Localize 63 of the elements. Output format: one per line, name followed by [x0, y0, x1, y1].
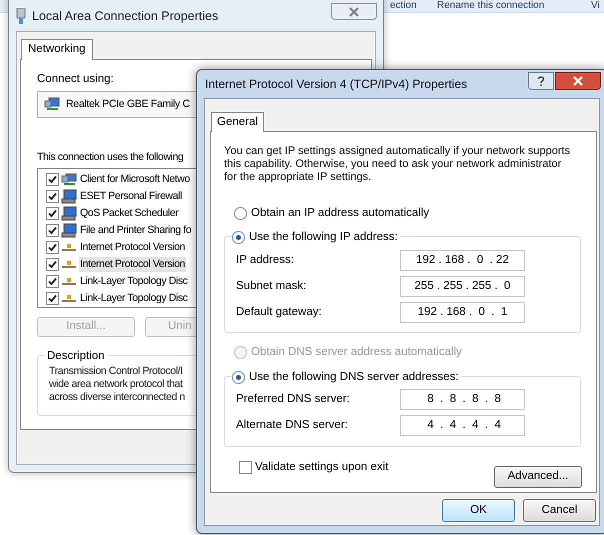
checkbox[interactable]	[239, 460, 252, 474]
list-item[interactable]: Internet Protocol Version	[79, 240, 186, 255]
network-computer-icon	[61, 172, 77, 186]
close-icon	[572, 76, 584, 86]
checkbox[interactable]	[46, 292, 59, 305]
ip-field[interactable]: 8 . 8 . 8 . 8	[400, 389, 525, 410]
checkbox-label: Validate settings upon exit	[255, 460, 388, 474]
close-button[interactable]	[555, 72, 601, 90]
description-text: across diverse interconnected n	[49, 391, 185, 404]
field-label: Connect using:	[37, 72, 114, 86]
computer-icon	[61, 206, 77, 221]
list-item[interactable]: Link-Layer Topology Disc	[79, 274, 189, 289]
close-icon	[348, 6, 360, 16]
toolbar-item[interactable]: ection	[390, 0, 417, 12]
field-label: Subnet mask:	[235, 278, 308, 294]
field-label: Preferred DNS server:	[235, 392, 351, 407]
network-protocol-icon	[61, 294, 77, 302]
network-protocol-icon	[61, 244, 77, 252]
radio-button[interactable]	[232, 231, 245, 244]
button[interactable]: OK	[442, 499, 515, 522]
checkbox[interactable]	[46, 190, 59, 203]
radio-button[interactable]	[234, 207, 247, 220]
network-computer-icon	[44, 96, 60, 112]
field-label: IP address:	[235, 252, 295, 268]
list-item[interactable]: Internet Protocol Version	[79, 257, 186, 272]
computer-icon	[61, 189, 77, 204]
list-item[interactable]: Client for Microsoft Netwo	[79, 172, 191, 187]
help-button[interactable]	[528, 72, 554, 90]
tab[interactable]: General	[211, 112, 264, 132]
checkbox[interactable]	[46, 275, 59, 288]
network-protocol-icon	[61, 260, 77, 268]
list-item[interactable]: File and Printer Sharing fo	[79, 223, 192, 238]
button[interactable]: Cancel	[523, 499, 596, 522]
checkbox[interactable]	[46, 241, 59, 254]
intro-text: You can get IP settings assigned automatically if your network supports this capability. Otherwise, you need to ask your network administrator for the appropriate IP settings.	[224, 145, 572, 184]
list-item[interactable]: ESET Personal Firewall	[79, 189, 183, 204]
advanced-button[interactable]: Advanced...	[494, 466, 582, 488]
toolbar-item[interactable]: Vi	[591, 0, 600, 12]
network-protocol-icon	[61, 278, 77, 286]
field-label: Alternate DNS server:	[235, 418, 349, 433]
toolbar-item[interactable]: Rename this connection	[437, 0, 544, 12]
tab[interactable]: Networking	[21, 39, 93, 60]
field-label: This connection uses the following	[37, 150, 184, 164]
adapter-name: Realtek PCIe GBE Family C	[66, 96, 190, 112]
description-text: Transmission Control Protocol/I	[49, 365, 183, 378]
checkbox[interactable]	[46, 173, 59, 186]
ip-field[interactable]: 192 . 168 . 0 . 1	[400, 302, 525, 323]
list-item[interactable]: Link-Layer Topology Disc	[79, 291, 189, 306]
checkbox[interactable]	[46, 258, 59, 271]
dialog-title: Internet Protocol Version 4 (TCP/IPv4) Properties	[205, 76, 468, 93]
help-icon	[537, 76, 545, 86]
ip-field[interactable]: 4 . 4 . 4 . 4	[400, 415, 525, 436]
radio-button[interactable]	[232, 370, 245, 384]
checkbox[interactable]	[46, 207, 59, 220]
field-label: Default gateway:	[235, 304, 323, 320]
window-title: Local Area Connection Properties	[32, 8, 218, 25]
description-text: wide area network protocol that	[49, 378, 183, 391]
ip-field[interactable]: 255 . 255 . 255 . 0	[400, 276, 525, 297]
ip-field[interactable]: 192 . 168 . 0 . 22	[400, 250, 525, 271]
checkbox[interactable]	[46, 224, 59, 237]
network-adapter-icon	[16, 8, 26, 24]
list-item[interactable]: QoS Packet Scheduler	[79, 206, 180, 221]
computer-icon	[61, 223, 77, 238]
